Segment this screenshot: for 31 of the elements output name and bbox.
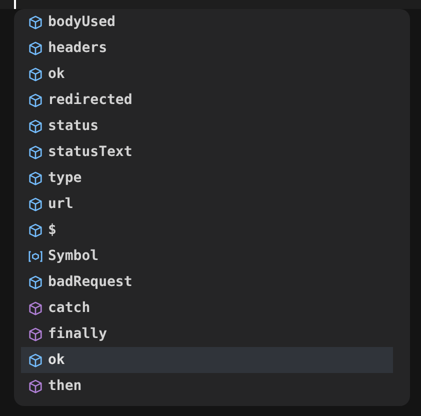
suggestion-item[interactable]: bodyUsed (21, 9, 393, 35)
text-cursor (14, 0, 16, 9)
variable-icon (28, 248, 43, 264)
suggestion-item[interactable]: redirected (21, 87, 393, 113)
cube-icon (28, 170, 43, 186)
cube-icon (28, 92, 43, 108)
suggestion-item[interactable]: Symbol (21, 243, 393, 269)
cube-icon (28, 326, 43, 342)
cube-icon (28, 300, 43, 316)
suggestion-item[interactable]: headers (21, 35, 393, 61)
suggestion-item[interactable]: ok (21, 61, 393, 87)
cube-icon (28, 352, 43, 368)
cube-icon (28, 144, 43, 160)
cube-icon (28, 118, 43, 134)
suggestion-item[interactable]: ok (21, 347, 393, 373)
suggestion-item[interactable]: catch (21, 295, 393, 321)
cube-icon (28, 40, 43, 56)
suggestion-item[interactable]: statusText (21, 139, 393, 165)
suggestion-item[interactable]: badRequest (21, 269, 393, 295)
suggestion-item[interactable]: status (21, 113, 393, 139)
suggestion-item[interactable]: finally (21, 321, 393, 347)
cube-icon (28, 274, 43, 290)
cube-icon (28, 196, 43, 212)
suggestion-item[interactable]: type (21, 165, 393, 191)
cube-icon (28, 222, 43, 238)
suggestion-item[interactable]: then (21, 373, 393, 399)
cube-icon (28, 14, 43, 30)
cube-icon (28, 378, 43, 394)
suggestion-item[interactable]: url (21, 191, 393, 217)
cube-icon (28, 66, 43, 82)
suggestion-item[interactable]: $ (21, 217, 393, 243)
